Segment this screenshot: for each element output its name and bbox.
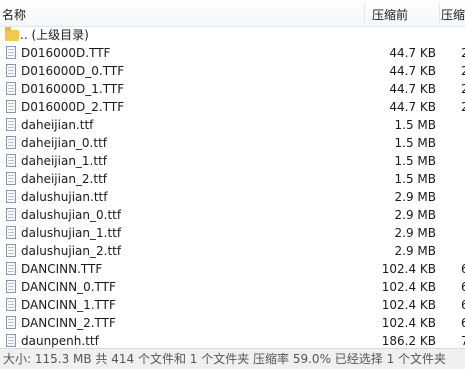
- file-row[interactable]: D016000D_1.TTF 44.7 KB 2: [0, 80, 465, 98]
- file-row[interactable]: DANCINN_0.TTF 102.4 KB 6: [0, 278, 465, 296]
- file-icon: [6, 298, 16, 311]
- row-name: daheijian.ttf: [21, 118, 94, 132]
- row-original-size: 6: [461, 298, 465, 312]
- file-row[interactable]: DANCINN_1.TTF 102.4 KB 6: [0, 296, 465, 314]
- column-divider[interactable]: [439, 3, 440, 23]
- row-original-size: 2: [461, 64, 465, 78]
- file-icon: [6, 136, 16, 149]
- file-icon: [6, 172, 16, 185]
- file-icon: [6, 46, 16, 59]
- row-packed-size: 2.9 MB: [394, 190, 436, 204]
- file-icon: [6, 100, 16, 113]
- row-name: daheijian_2.ttf: [21, 172, 108, 186]
- file-row[interactable]: daheijian_2.ttf 1.5 MB: [0, 170, 465, 188]
- file-row[interactable]: dalushujian.ttf 2.9 MB: [0, 188, 465, 206]
- row-packed-size: 2.9 MB: [394, 208, 436, 222]
- row-name: .. (上级目录): [20, 28, 89, 42]
- file-row[interactable]: dalushujian_2.ttf 2.9 MB: [0, 242, 465, 260]
- file-icon: [6, 190, 16, 203]
- row-packed-size: 44.7 KB: [389, 82, 436, 96]
- file-icon: [6, 244, 16, 257]
- parent-folder-row[interactable]: .. (上级目录): [0, 26, 465, 44]
- file-icon: [6, 154, 16, 167]
- row-original-size: 2: [461, 82, 465, 96]
- row-packed-size: 44.7 KB: [389, 64, 436, 78]
- file-icon: [6, 208, 16, 221]
- row-original-size: 6: [461, 262, 465, 276]
- status-bar: 大小: 115.3 MB 共 414 个文件和 1 个文件夹 压缩率 59.0%…: [0, 348, 465, 369]
- row-name: D016000D.TTF: [21, 46, 111, 60]
- file-row[interactable]: dalushujian_0.ttf 2.9 MB: [0, 206, 465, 224]
- row-original-size: 2: [461, 46, 465, 60]
- file-icon: [6, 118, 16, 131]
- file-list: .. (上级目录) D016000D.TTF 44.7 KB 2 D016000D_0…: [0, 26, 465, 350]
- file-icon: [6, 334, 16, 347]
- file-row[interactable]: daheijian.ttf 1.5 MB: [0, 116, 465, 134]
- file-row[interactable]: dalushujian_1.ttf 2.9 MB: [0, 224, 465, 242]
- row-packed-size: 102.4 KB: [381, 280, 436, 294]
- row-name: dalushujian_2.ttf: [21, 244, 122, 258]
- row-packed-size: 1.5 MB: [394, 118, 436, 132]
- row-name: DANCINN_0.TTF: [21, 280, 116, 294]
- row-packed-size: 44.7 KB: [389, 46, 436, 60]
- row-packed-size: 2.9 MB: [394, 244, 436, 258]
- file-icon: [6, 226, 16, 239]
- row-packed-size: 1.5 MB: [394, 172, 436, 186]
- row-packed-size: 2.9 MB: [394, 226, 436, 240]
- row-name: DANCINN_2.TTF: [21, 316, 116, 330]
- row-name: dalushujian_1.ttf: [21, 226, 122, 240]
- row-name: DANCINN_1.TTF: [21, 298, 116, 312]
- column-header-packed[interactable]: 压缩前: [372, 0, 408, 26]
- row-original-size: 6: [461, 316, 465, 330]
- row-packed-size: 102.4 KB: [381, 316, 436, 330]
- column-header-original[interactable]: 压缩: [441, 0, 465, 26]
- row-original-size: 2: [461, 100, 465, 114]
- file-row[interactable]: daheijian_1.ttf 1.5 MB: [0, 152, 465, 170]
- column-header: 名称 压缩前 压缩: [0, 0, 465, 27]
- row-name: dalushujian_0.ttf: [21, 208, 122, 222]
- file-icon: [6, 280, 16, 293]
- row-name: daheijian_1.ttf: [21, 154, 108, 168]
- row-packed-size: 102.4 KB: [381, 298, 436, 312]
- row-name: daheijian_0.ttf: [21, 136, 108, 150]
- row-packed-size: 102.4 KB: [381, 262, 436, 276]
- row-original-size: 6: [461, 280, 465, 294]
- file-row[interactable]: daheijian_0.ttf 1.5 MB: [0, 134, 465, 152]
- folder-icon: [5, 27, 20, 41]
- row-packed-size: 1.5 MB: [394, 136, 436, 150]
- row-name: D016000D_1.TTF: [21, 82, 125, 96]
- file-row[interactable]: DANCINN_2.TTF 102.4 KB 6: [0, 314, 465, 332]
- file-row[interactable]: D016000D_0.TTF 44.7 KB 2: [0, 62, 465, 80]
- file-row[interactable]: DANCINN.TTF 102.4 KB 6: [0, 260, 465, 278]
- row-name: dalushujian.ttf: [21, 190, 108, 204]
- row-name: D016000D_0.TTF: [21, 64, 125, 78]
- file-icon: [6, 64, 16, 77]
- column-header-name[interactable]: 名称: [2, 0, 26, 26]
- column-divider[interactable]: [364, 3, 365, 23]
- file-icon: [6, 262, 16, 275]
- file-icon: [6, 316, 16, 329]
- row-name: D016000D_2.TTF: [21, 100, 125, 114]
- file-row[interactable]: D016000D.TTF 44.7 KB 2: [0, 44, 465, 62]
- row-packed-size: 1.5 MB: [394, 154, 436, 168]
- row-packed-size: 44.7 KB: [389, 100, 436, 114]
- file-row[interactable]: D016000D_2.TTF 44.7 KB 2: [0, 98, 465, 116]
- row-name: DANCINN.TTF: [21, 262, 103, 276]
- file-icon: [6, 82, 16, 95]
